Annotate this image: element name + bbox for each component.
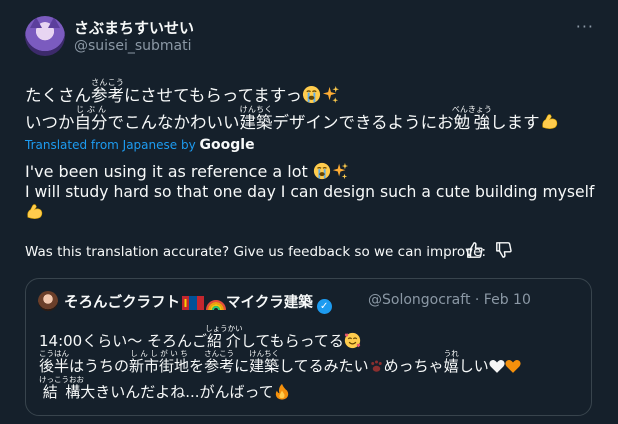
paw-prints-icon bbox=[369, 359, 384, 379]
translation-attribution[interactable]: Translated from Japanese by Google bbox=[25, 137, 255, 153]
text-segment: たくさん bbox=[25, 86, 91, 105]
ruby-base: 自分 bbox=[74, 113, 108, 132]
tweet-header: さぶまちすいせい @suisei_submati ··· bbox=[25, 12, 608, 58]
ruby-reading: べんきょう bbox=[451, 105, 492, 114]
ruby-base: 参考 bbox=[91, 86, 124, 105]
text-segment: しい bbox=[458, 357, 489, 375]
quoted-display-name[interactable]: そろんごクラフト マイクラ建築 ✓ bbox=[64, 291, 332, 314]
ruby-base: 後半 bbox=[39, 357, 70, 375]
quoted-text-line-3: 結構けっこうおお大きいんだよね...がんばって bbox=[39, 375, 290, 405]
ruby-word: 建築けんちく bbox=[239, 105, 273, 132]
ruby-word: 後半こうはん bbox=[39, 349, 70, 375]
ruby-base: 紹介 bbox=[205, 332, 243, 350]
ruby-reading: しんしがいち bbox=[129, 349, 190, 358]
display-name[interactable]: さぶまちすいせい bbox=[74, 17, 194, 38]
translation-label: Translated from Japanese by bbox=[25, 138, 196, 152]
tweet-text-jp-line-2: いつか自分じぶんでこんなかわいい建築けんちくデザインできるようにお勉強べんきょう… bbox=[25, 105, 559, 137]
flexed-biceps-icon bbox=[540, 112, 559, 137]
verified-badge-icon: ✓ bbox=[316, 299, 332, 314]
ruby-base: 建築 bbox=[249, 357, 280, 375]
translated-text-line-2: I will study hard so that one day I can … bbox=[25, 183, 595, 201]
text-segment: に bbox=[234, 357, 250, 375]
text-segment: 14:00くらい〜 そろんご bbox=[39, 332, 207, 350]
ruby-word: 参考さんこう bbox=[91, 78, 124, 105]
text-segment: 大きいんだよね...がんばって bbox=[80, 383, 274, 401]
avatar-ear-left bbox=[30, 17, 42, 28]
text-segment: いつか bbox=[25, 113, 75, 132]
text-segment: めっちゃ bbox=[383, 357, 444, 375]
translated-text-line-3 bbox=[25, 202, 44, 226]
quoted-avatar[interactable] bbox=[38, 291, 58, 311]
separator-dot: · bbox=[474, 292, 480, 308]
ruby-base: 建築 bbox=[239, 113, 273, 132]
ruby-reading: けんちく bbox=[239, 105, 273, 114]
avatar-ear-right bbox=[48, 17, 60, 28]
text-segment: I've been using it as reference a lot bbox=[25, 162, 308, 181]
orange-heart-icon bbox=[505, 359, 521, 379]
thumbs-up-icon[interactable] bbox=[466, 241, 484, 259]
ruby-word: 結構けっこうおお bbox=[39, 375, 84, 401]
quoted-timestamp[interactable]: Feb 10 bbox=[484, 292, 531, 308]
ruby-word: 自分じぶん bbox=[74, 105, 108, 132]
quoted-meta: @Solongocraft · Feb 10 bbox=[368, 292, 531, 308]
ruby-base: 結構 bbox=[39, 383, 84, 401]
ruby-reading: さんこう bbox=[91, 78, 124, 87]
rainbow-icon bbox=[206, 296, 226, 314]
ruby-word: 建築けんちく bbox=[249, 349, 280, 375]
fire-icon bbox=[274, 383, 290, 405]
ruby-reading: じぶん bbox=[74, 105, 108, 114]
white-heart-icon bbox=[489, 359, 505, 379]
user-handle[interactable]: @suisei_submati bbox=[74, 38, 192, 54]
text-segment: デザインできるようにお bbox=[272, 113, 454, 132]
ruby-word: 勉強べんきょう bbox=[451, 105, 492, 132]
text-segment: はうちの bbox=[69, 357, 130, 375]
thumbs-down-icon[interactable] bbox=[495, 241, 513, 259]
ruby-word: 参考さんこう bbox=[204, 349, 235, 375]
quoted-tweet-card[interactable]: そろんごクラフト マイクラ建築 ✓ @Solongocraft · Feb 10 … bbox=[25, 278, 592, 416]
quoted-handle[interactable]: @Solongocraft bbox=[368, 292, 470, 308]
flexed-biceps-icon bbox=[25, 202, 44, 226]
ruby-base: 勉強 bbox=[451, 113, 492, 132]
quoted-name-suffix: マイクラ建築 bbox=[226, 295, 313, 311]
avatar[interactable] bbox=[25, 16, 65, 56]
ruby-reading: うれ bbox=[443, 349, 459, 358]
text-segment: してるみたい bbox=[279, 357, 369, 375]
ruby-base: 参考 bbox=[204, 357, 235, 375]
text-segment: してもらってる bbox=[240, 332, 344, 350]
more-horizontal-icon[interactable]: ··· bbox=[576, 17, 594, 36]
translation-provider-logo: Google bbox=[199, 137, 255, 153]
ruby-word: 紹介しょうかい bbox=[205, 324, 243, 350]
ruby-reading: さんこう bbox=[204, 349, 235, 358]
ruby-reading: しょうかい bbox=[205, 324, 243, 333]
ruby-word: 新市街地しんしがいち bbox=[129, 349, 190, 375]
text-segment: します bbox=[490, 113, 540, 132]
text-segment: にさせてもらってますっ bbox=[124, 86, 303, 105]
mongolian-flag-icon bbox=[182, 296, 204, 314]
ruby-base: 嬉 bbox=[443, 357, 459, 375]
quoted-name-text: そろんごクラフト bbox=[64, 295, 180, 311]
ruby-reading: けっこうおお bbox=[39, 375, 84, 384]
ruby-reading: けんちく bbox=[249, 349, 280, 358]
ruby-reading: こうはん bbox=[39, 349, 70, 358]
translation-feedback-prompt: Was this translation accurate? Give us f… bbox=[25, 244, 487, 260]
ruby-word: 嬉うれ bbox=[443, 349, 459, 375]
text-segment: を bbox=[189, 357, 205, 375]
text-segment: でこんなかわいい bbox=[107, 113, 240, 132]
ruby-base: 新市街地 bbox=[129, 357, 190, 375]
